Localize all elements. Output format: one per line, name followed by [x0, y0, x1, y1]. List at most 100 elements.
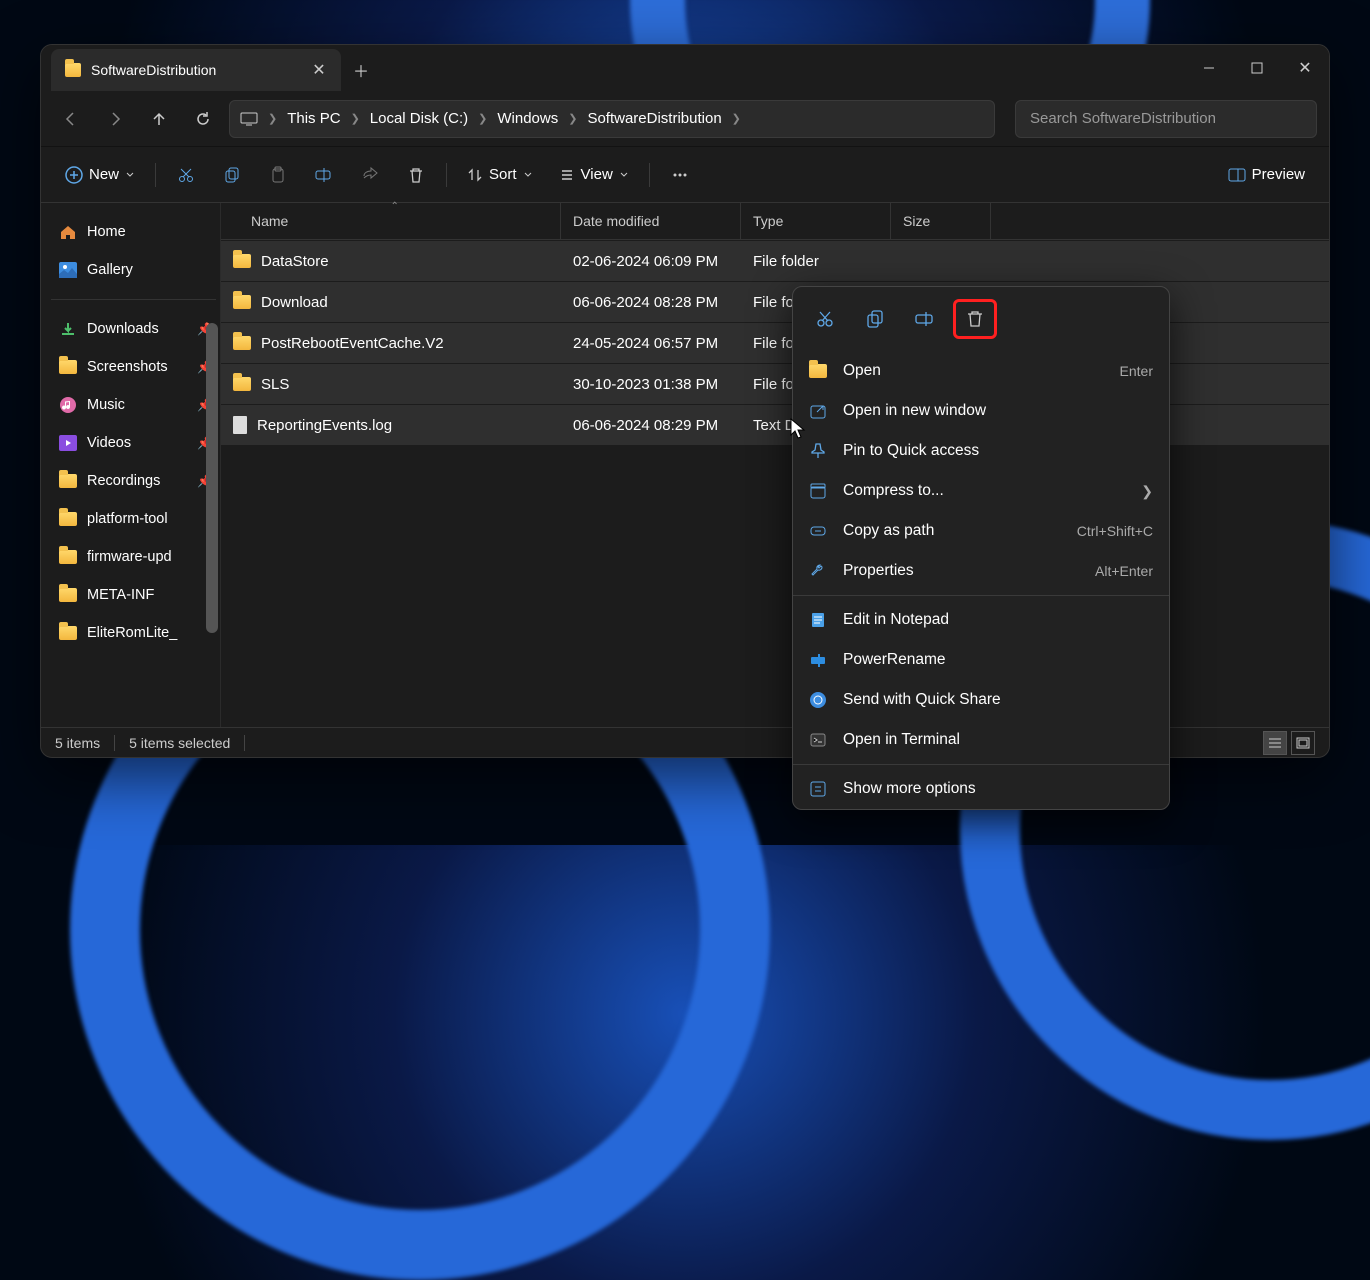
close-tab-button[interactable]: ✕ — [307, 58, 331, 82]
sidebar-item[interactable]: Screenshots📌 — [51, 348, 220, 386]
ctx-terminal[interactable]: Open in Terminal — [793, 720, 1169, 760]
column-name[interactable]: Name⌃ — [221, 203, 561, 239]
chevron-right-icon: ❯ — [568, 112, 577, 125]
trash-icon — [965, 309, 985, 329]
context-menu: OpenEnter Open in new window Pin to Quic… — [792, 286, 1170, 810]
notepad-icon — [809, 611, 827, 629]
ctx-cut-button[interactable] — [803, 299, 847, 339]
archive-icon — [809, 482, 827, 500]
sort-icon — [467, 167, 483, 183]
refresh-button[interactable] — [185, 101, 221, 137]
sidebar-item[interactable]: Music📌 — [51, 386, 220, 424]
ctx-quick-share[interactable]: Send with Quick Share — [793, 680, 1169, 720]
crumb-windows[interactable]: Windows — [497, 110, 558, 127]
column-date[interactable]: Date modified — [561, 203, 741, 239]
plus-circle-icon — [65, 166, 83, 184]
cut-button[interactable] — [166, 157, 206, 193]
sidebar-home[interactable]: Home — [51, 213, 220, 251]
trash-icon — [407, 166, 425, 184]
sidebar-item[interactable]: EliteRomLite_ — [51, 614, 220, 652]
up-button[interactable] — [141, 101, 177, 137]
active-tab[interactable]: SoftwareDistribution ✕ — [51, 49, 341, 91]
sort-button[interactable]: Sort — [457, 157, 543, 193]
paste-icon — [269, 166, 287, 184]
minimize-button[interactable] — [1185, 45, 1233, 91]
view-button[interactable]: View — [549, 157, 639, 193]
rename-button[interactable] — [304, 157, 344, 193]
new-button[interactable]: New — [55, 157, 145, 193]
crumb-this-pc[interactable]: This PC — [287, 110, 340, 127]
folder-icon — [233, 336, 251, 350]
title-bar: SoftwareDistribution ✕ ＋ ✕ — [41, 45, 1329, 91]
share-button[interactable] — [350, 157, 390, 193]
details-view-button[interactable] — [1263, 731, 1287, 755]
folder-icon — [65, 63, 81, 77]
quickshare-icon — [809, 691, 827, 709]
sidebar-scrollbar[interactable] — [206, 323, 218, 633]
preview-toggle[interactable]: Preview — [1218, 157, 1315, 193]
mouse-cursor — [790, 418, 806, 440]
folder-icon — [809, 364, 827, 378]
ctx-open[interactable]: OpenEnter — [793, 351, 1169, 391]
copy-icon — [865, 309, 885, 329]
sort-indicator-icon: ⌃ — [391, 201, 399, 212]
wrench-icon — [809, 562, 827, 580]
copy-button[interactable] — [212, 157, 252, 193]
sidebar-item[interactable]: Recordings📌 — [51, 462, 220, 500]
folder-icon — [233, 377, 251, 391]
sidebar-item[interactable]: Videos📌 — [51, 424, 220, 462]
ctx-open-new-window[interactable]: Open in new window — [793, 391, 1169, 431]
sidebar-item[interactable]: firmware-upd — [51, 538, 220, 576]
sidebar-item[interactable]: platform-tool — [51, 500, 220, 538]
sidebar-item[interactable]: META-INF — [51, 576, 220, 614]
chevron-right-icon: ❯ — [351, 112, 360, 125]
share-icon — [361, 166, 379, 184]
file-row[interactable]: DataStore 02-06-2024 06:09 PM File folde… — [221, 241, 1329, 281]
column-headers: Name⌃ Date modified Type Size — [221, 203, 1329, 240]
copy-icon — [223, 166, 241, 184]
new-tab-button[interactable]: ＋ — [341, 49, 381, 91]
column-type[interactable]: Type — [741, 203, 891, 239]
crumb-softwaredistribution[interactable]: SoftwareDistribution — [587, 110, 721, 127]
ctx-pin-quick-access[interactable]: Pin to Quick access — [793, 431, 1169, 471]
ctx-powerrename[interactable]: PowerRename — [793, 640, 1169, 680]
address-bar: ❯ This PC ❯ Local Disk (C:) ❯ Windows ❯ … — [41, 91, 1329, 147]
maximize-button[interactable] — [1233, 45, 1281, 91]
ctx-delete-button[interactable] — [953, 299, 997, 339]
chevron-right-icon: ❯ — [732, 112, 741, 125]
ctx-copy-path[interactable]: Copy as pathCtrl+Shift+C — [793, 511, 1169, 551]
rename-icon — [914, 309, 936, 329]
sidebar: Home Gallery Downloads📌Screenshots📌Music… — [41, 203, 221, 727]
ctx-show-more[interactable]: Show more options — [793, 769, 1169, 809]
sidebar-gallery[interactable]: Gallery — [51, 251, 220, 289]
delete-button[interactable] — [396, 157, 436, 193]
forward-button[interactable] — [97, 101, 133, 137]
ctx-rename-button[interactable] — [903, 299, 947, 339]
search-input[interactable]: Search SoftwareDistribution — [1015, 100, 1317, 138]
close-window-button[interactable]: ✕ — [1281, 45, 1329, 91]
rename-icon — [314, 166, 334, 184]
gallery-icon — [59, 262, 77, 278]
toolbar: New Sort View Preview — [41, 147, 1329, 203]
file-icon — [233, 416, 247, 434]
column-size[interactable]: Size — [891, 203, 991, 239]
ctx-copy-button[interactable] — [853, 299, 897, 339]
chevron-right-icon: ❯ — [268, 112, 277, 125]
crumb-local-disk[interactable]: Local Disk (C:) — [370, 110, 468, 127]
paste-button[interactable] — [258, 157, 298, 193]
folder-icon — [233, 295, 251, 309]
new-window-icon — [809, 402, 827, 420]
tile-view-button[interactable] — [1291, 731, 1315, 755]
sidebar-item[interactable]: Downloads📌 — [51, 310, 220, 348]
ctx-compress[interactable]: Compress to...❯ — [793, 471, 1169, 511]
breadcrumb[interactable]: ❯ This PC ❯ Local Disk (C:) ❯ Windows ❯ … — [229, 100, 995, 138]
back-button[interactable] — [53, 101, 89, 137]
more-button[interactable] — [660, 157, 700, 193]
list-icon — [559, 167, 575, 183]
scissors-icon — [177, 166, 195, 184]
ctx-properties[interactable]: PropertiesAlt+Enter — [793, 551, 1169, 591]
tab-title: SoftwareDistribution — [91, 62, 216, 78]
ctx-edit-notepad[interactable]: Edit in Notepad — [793, 600, 1169, 640]
selection-count: 5 items selected — [129, 735, 230, 751]
terminal-icon — [809, 731, 827, 749]
